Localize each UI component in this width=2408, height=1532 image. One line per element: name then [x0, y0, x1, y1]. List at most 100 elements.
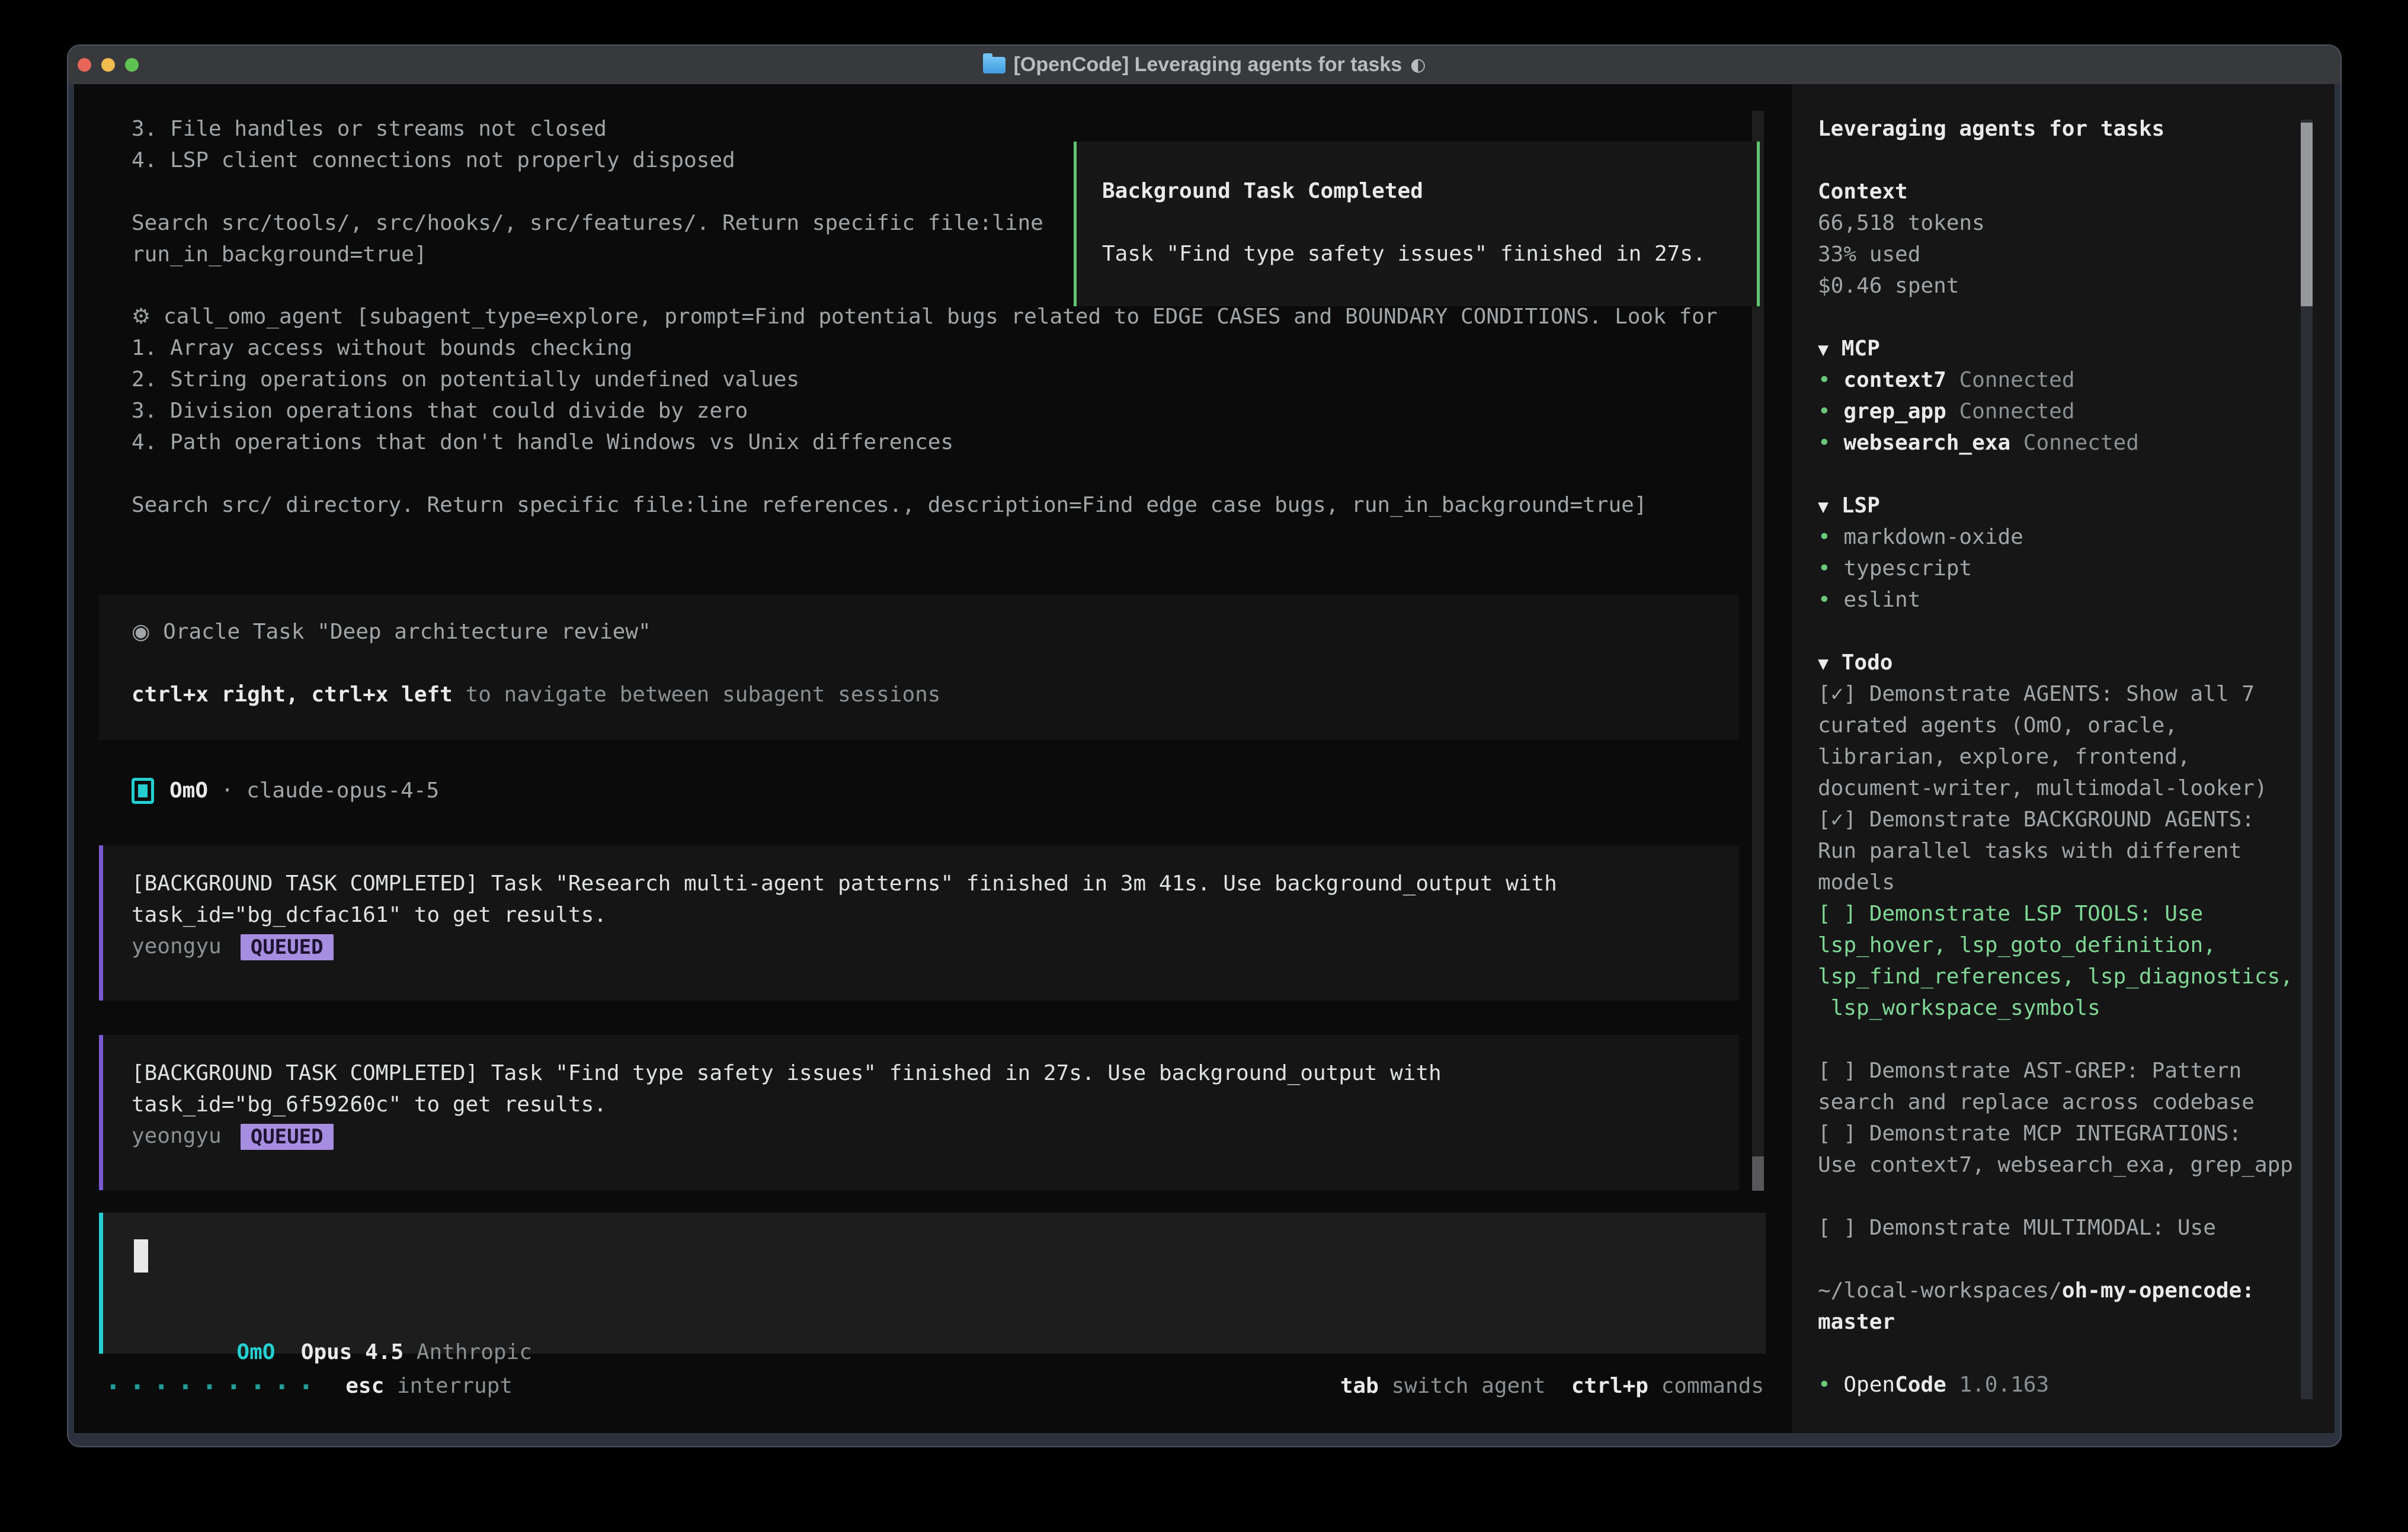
background-task-notification: Background Task Completed Task "Find typ…: [1074, 142, 1760, 306]
workspace-branch: master: [1818, 1306, 2335, 1338]
sidebar-scrollbar-track[interactable]: [2301, 120, 2313, 1399]
ctrlp-label: commands: [1648, 1374, 1764, 1398]
context-tokens: 66,518 tokens: [1818, 207, 2335, 239]
oracle-title: ◉ Oracle Task "Deep architecture review": [132, 616, 1739, 648]
notification-spacer: [1102, 207, 1757, 238]
model-row: OmO Opus 4.5 Anthropic: [134, 1305, 532, 1337]
input-agent-name: OmO: [236, 1340, 275, 1364]
window-title: [OpenCode] Leveraging agents for tasks: [1014, 53, 1402, 76]
sidebar-scrollbar-thumb[interactable]: [2301, 123, 2313, 306]
minimize-button[interactable]: [101, 58, 115, 72]
agent-name: OmO: [169, 778, 208, 803]
terminal-window: [OpenCode] Leveraging agents for tasks ◐…: [67, 44, 2342, 1447]
task-meta: yeongyuQUEUED: [132, 1120, 1739, 1152]
status-badge: QUEUED: [241, 934, 334, 960]
todo-section-header[interactable]: ▼ Todo: [1818, 647, 2335, 678]
status-dot-icon: •: [1818, 588, 1831, 612]
lsp-item: • markdown-oxide: [1818, 521, 2335, 553]
gear-icon: ⚙: [132, 305, 150, 329]
todo-line: Run parallel tasks with different: [1818, 835, 2335, 867]
folder-icon: [983, 57, 1006, 73]
log-spacer: [132, 176, 1043, 207]
notification-body: Task "Find type safety issues" finished …: [1102, 238, 1757, 270]
task-user: yeongyu: [132, 1124, 222, 1148]
half-circle-icon: ◐: [1410, 55, 1426, 75]
task-meta: yeongyu QUEUED: [132, 931, 1739, 962]
status-right: tab switch agent ctrl+p commands: [1340, 1370, 1764, 1402]
tab-label: switch agent: [1379, 1374, 1546, 1398]
log-line: Search src/tools/, src/hooks/, src/featu…: [132, 207, 1043, 239]
esc-label: interrupt: [384, 1374, 513, 1398]
session-title: Leveraging agents for tasks: [1818, 113, 2335, 145]
todo-line: search and replace across codebase: [1818, 1086, 2335, 1118]
lsp-section-header[interactable]: ▼ LSP: [1818, 490, 2335, 521]
esc-key: esc: [345, 1374, 384, 1398]
tool-call-item: 2. String operations on potentially unde…: [132, 364, 1718, 395]
task-line: task_id="bg_dcfac161" to get results.: [132, 899, 1739, 931]
prompt-input[interactable]: OmO Opus 4.5 Anthropic: [99, 1213, 1766, 1354]
sidebar: Leveraging agents for tasks Context 66,5…: [1792, 84, 2335, 1433]
agent-icon: [132, 778, 154, 804]
input-provider-name: Anthropic: [417, 1340, 532, 1364]
agent-separator: ·: [208, 778, 246, 803]
lsp-item: • eslint: [1818, 584, 2335, 616]
context-used: 33% used: [1818, 239, 2335, 270]
mcp-item: • context7 Connected: [1818, 364, 2335, 396]
oracle-spacer: [132, 648, 1739, 679]
task-user: yeongyu: [132, 934, 222, 959]
todo-line: curated agents (OmO, oracle,: [1818, 710, 2335, 741]
oracle-task-block: ◉ Oracle Task "Deep architecture review"…: [99, 595, 1739, 740]
todo-line: Use context7, websearch_exa, grep_app: [1818, 1149, 2335, 1181]
app-version: • OpenCode 1.0.163: [1818, 1369, 2335, 1400]
todo-line: [ ] Demonstrate MULTIMODAL: Use: [1818, 1212, 2335, 1243]
task-line: [BACKGROUND TASK COMPLETED] Task "Resear…: [132, 868, 1739, 899]
close-button[interactable]: [78, 58, 91, 72]
maximize-button[interactable]: [125, 58, 139, 72]
tool-call-line: Search src/ directory. Return specific f…: [132, 489, 1718, 521]
lsp-item: • typescript: [1818, 553, 2335, 584]
context-heading: Context: [1818, 176, 2335, 207]
task-line: task_id="bg_6f59260c" to get results.: [132, 1089, 1739, 1120]
todo-line-active: [ ] Demonstrate LSP TOOLS: Use: [1818, 898, 2335, 930]
todo-line: [ ] Demonstrate MCP INTEGRATIONS:: [1818, 1118, 2335, 1149]
todo-line-active: lsp_hover, lsp_goto_definition,: [1818, 930, 2335, 961]
log-line: run_in_background=true]: [132, 239, 1043, 270]
input-model-name: Opus 4.5: [275, 1340, 416, 1364]
main-scrollbar-thumb[interactable]: [1752, 1156, 1764, 1191]
status-left: ·········esc interrupt: [105, 1370, 513, 1402]
tab-key: tab: [1340, 1374, 1379, 1398]
mcp-item: • grep_app Connected: [1818, 396, 2335, 427]
ctrlp-key: ctrl+p: [1546, 1374, 1648, 1398]
workspace-path: ~/local-workspaces/oh-my-opencode:: [1818, 1275, 2335, 1306]
status-dot-icon: •: [1818, 368, 1831, 392]
status-dot-icon: •: [1818, 1373, 1831, 1397]
collapse-triangle-icon: ▼: [1818, 339, 1829, 360]
app-content: 3. File handles or streams not closed 4.…: [74, 84, 2335, 1433]
todo-line: librarian, explore, frontend,: [1818, 741, 2335, 773]
tool-call-item: 4. Path operations that don't handle Win…: [132, 427, 1718, 458]
status-bar: ·········esc interrupt tab switch agent …: [105, 1370, 1764, 1402]
log-line: 3. File handles or streams not closed: [132, 113, 1043, 145]
mcp-item: • websearch_exa Connected: [1818, 427, 2335, 459]
task-card: [BACKGROUND TASK COMPLETED] Task "Resear…: [99, 845, 1739, 1001]
agent-header: OmO · claude-opus-4-5: [132, 775, 439, 806]
window-title-area: [OpenCode] Leveraging agents for tasks ◐: [68, 53, 2340, 76]
tool-call-item: 1. Array access without bounds checking: [132, 332, 1718, 364]
log-line: 4. LSP client connections not properly d…: [132, 145, 1043, 176]
notification-title: Background Task Completed: [1102, 175, 1757, 207]
task-card: [BACKGROUND TASK COMPLETED] Task "Find t…: [99, 1035, 1739, 1190]
fisheye-icon: ◉: [132, 620, 150, 644]
context-spent: $0.46 spent: [1818, 270, 2335, 302]
mcp-section-header[interactable]: ▼ MCP: [1818, 333, 2335, 364]
collapse-triangle-icon: ▼: [1818, 653, 1829, 674]
status-dot-icon: •: [1818, 556, 1831, 581]
todo-line: models: [1818, 867, 2335, 898]
status-dot-icon: •: [1818, 525, 1831, 549]
agent-model: claude-opus-4-5: [246, 778, 439, 803]
transcript-log: 3. File handles or streams not closed 4.…: [132, 113, 1043, 270]
task-line: [BACKGROUND TASK COMPLETED] Task "Find t…: [132, 1057, 1739, 1089]
oracle-hint-text: to navigate between subagent sessions: [453, 682, 941, 707]
tool-call-spacer: [132, 458, 1718, 489]
titlebar[interactable]: [OpenCode] Leveraging agents for tasks ◐: [68, 46, 2340, 84]
oracle-hint-keys: ctrl+x right, ctrl+x left: [132, 682, 453, 707]
